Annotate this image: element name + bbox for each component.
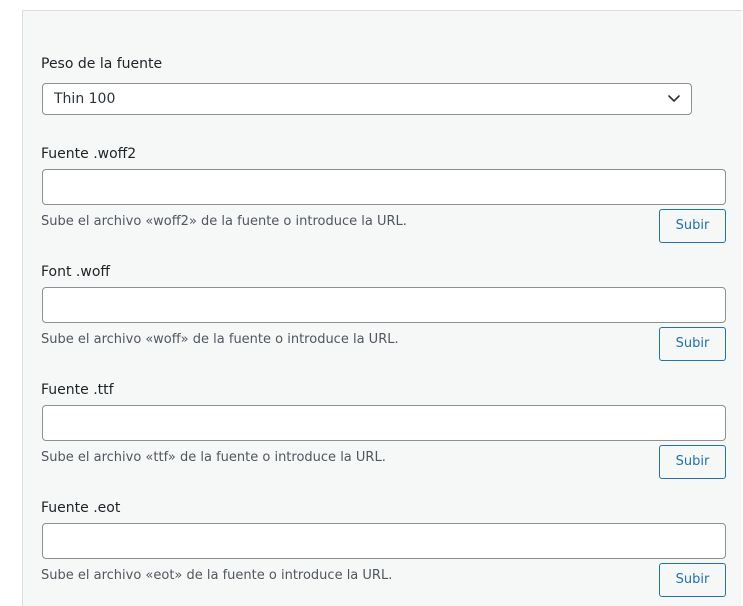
- woff-label: Font .woff: [41, 264, 111, 280]
- woff2-label: Fuente .woff2: [41, 146, 137, 162]
- woff2-description: Sube el archivo «woff2» de la fuente o i…: [41, 214, 407, 229]
- woff2-url-input[interactable]: [42, 169, 726, 205]
- chevron-down-icon: [668, 95, 680, 102]
- eot-label: Fuente .eot: [41, 500, 121, 516]
- woff-upload-button[interactable]: Subir: [659, 327, 726, 361]
- woff-description: Sube el archivo «woff» de la fuente o in…: [41, 332, 399, 347]
- eot-upload-button[interactable]: Subir: [659, 563, 726, 597]
- font-weight-selected-value: Thin 100: [54, 91, 116, 107]
- ttf-label: Fuente .ttf: [41, 382, 114, 398]
- font-weight-label: Peso de la fuente: [41, 56, 163, 72]
- ttf-description: Sube el archivo «ttf» de la fuente o int…: [41, 450, 386, 465]
- font-weight-select[interactable]: Thin 100: [42, 83, 692, 115]
- eot-description: Sube el archivo «eot» de la fuente o int…: [41, 568, 393, 583]
- eot-url-input[interactable]: [42, 523, 726, 559]
- woff2-upload-button[interactable]: Subir: [659, 209, 726, 243]
- woff-url-input[interactable]: [42, 287, 726, 323]
- ttf-upload-button[interactable]: Subir: [659, 445, 726, 479]
- font-settings-panel: Peso de la fuente Thin 100 Fuente .woff2…: [22, 10, 742, 606]
- ttf-url-input[interactable]: [42, 405, 726, 441]
